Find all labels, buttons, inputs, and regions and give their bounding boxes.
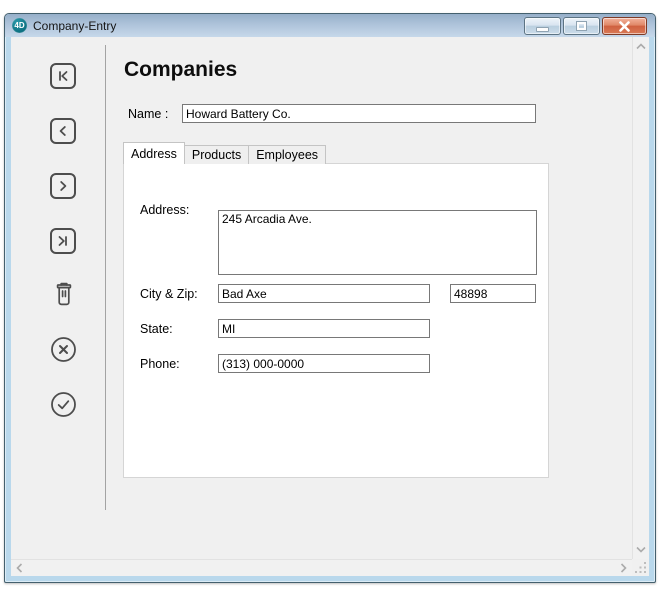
previous-record-icon xyxy=(56,124,70,138)
tab-address[interactable]: Address xyxy=(123,142,185,164)
name-input[interactable] xyxy=(182,104,536,123)
delete-record-button[interactable] xyxy=(50,279,77,310)
tab-employees[interactable]: Employees xyxy=(248,145,326,164)
state-label: State: xyxy=(140,322,173,336)
first-record-button[interactable] xyxy=(50,63,76,89)
next-record-button[interactable] xyxy=(50,173,76,199)
accept-button[interactable] xyxy=(50,391,77,418)
minimize-button[interactable] xyxy=(524,17,561,35)
next-record-icon xyxy=(56,179,70,193)
accept-circle-icon xyxy=(50,391,77,418)
address-label: Address: xyxy=(140,203,189,217)
app-logo-icon[interactable]: 4D xyxy=(12,18,27,33)
horizontal-scrollbar[interactable] xyxy=(11,559,632,576)
zip-input[interactable] xyxy=(450,284,536,303)
window-controls xyxy=(524,17,647,35)
chevron-up-icon xyxy=(636,43,646,50)
cancel-circle-icon xyxy=(50,336,77,363)
previous-record-button[interactable] xyxy=(50,118,76,144)
phone-label: Phone: xyxy=(140,357,180,371)
city-zip-label: City & Zip: xyxy=(140,287,198,301)
name-label: Name : xyxy=(128,107,168,121)
chevron-right-icon xyxy=(620,563,627,573)
close-button[interactable] xyxy=(602,17,647,35)
state-input[interactable] xyxy=(218,319,430,338)
resize-grip[interactable] xyxy=(635,562,647,574)
phone-input[interactable] xyxy=(218,354,430,373)
maximize-icon xyxy=(577,22,586,30)
tab-bar: Address Products Employees xyxy=(123,142,325,164)
close-icon xyxy=(618,21,631,32)
sidebar-divider xyxy=(105,45,106,510)
trash-icon xyxy=(53,281,75,308)
scroll-down-button[interactable] xyxy=(636,546,646,553)
vertical-scrollbar[interactable] xyxy=(632,37,649,559)
chevron-left-icon xyxy=(16,563,23,573)
page-title: Companies xyxy=(124,58,237,82)
maximize-button[interactable] xyxy=(563,17,600,35)
last-record-button[interactable] xyxy=(50,228,76,254)
city-input[interactable] xyxy=(218,284,430,303)
scroll-left-button[interactable] xyxy=(16,563,23,573)
tab-products[interactable]: Products xyxy=(184,145,249,164)
client-area: Companies Name : Address Products Employ… xyxy=(11,37,649,576)
scroll-up-button[interactable] xyxy=(636,43,646,50)
minimize-icon xyxy=(536,27,549,32)
titlebar[interactable]: 4D Company-Entry xyxy=(5,14,655,37)
address-textarea[interactable]: 245 Arcadia Ave. xyxy=(218,210,537,275)
chevron-down-icon xyxy=(636,546,646,553)
window-title: Company-Entry xyxy=(33,19,116,33)
app-window: 4D Company-Entry xyxy=(4,13,656,583)
first-record-icon xyxy=(56,69,70,83)
last-record-icon xyxy=(56,234,70,248)
scroll-right-button[interactable] xyxy=(620,563,627,573)
cancel-button[interactable] xyxy=(50,336,77,363)
